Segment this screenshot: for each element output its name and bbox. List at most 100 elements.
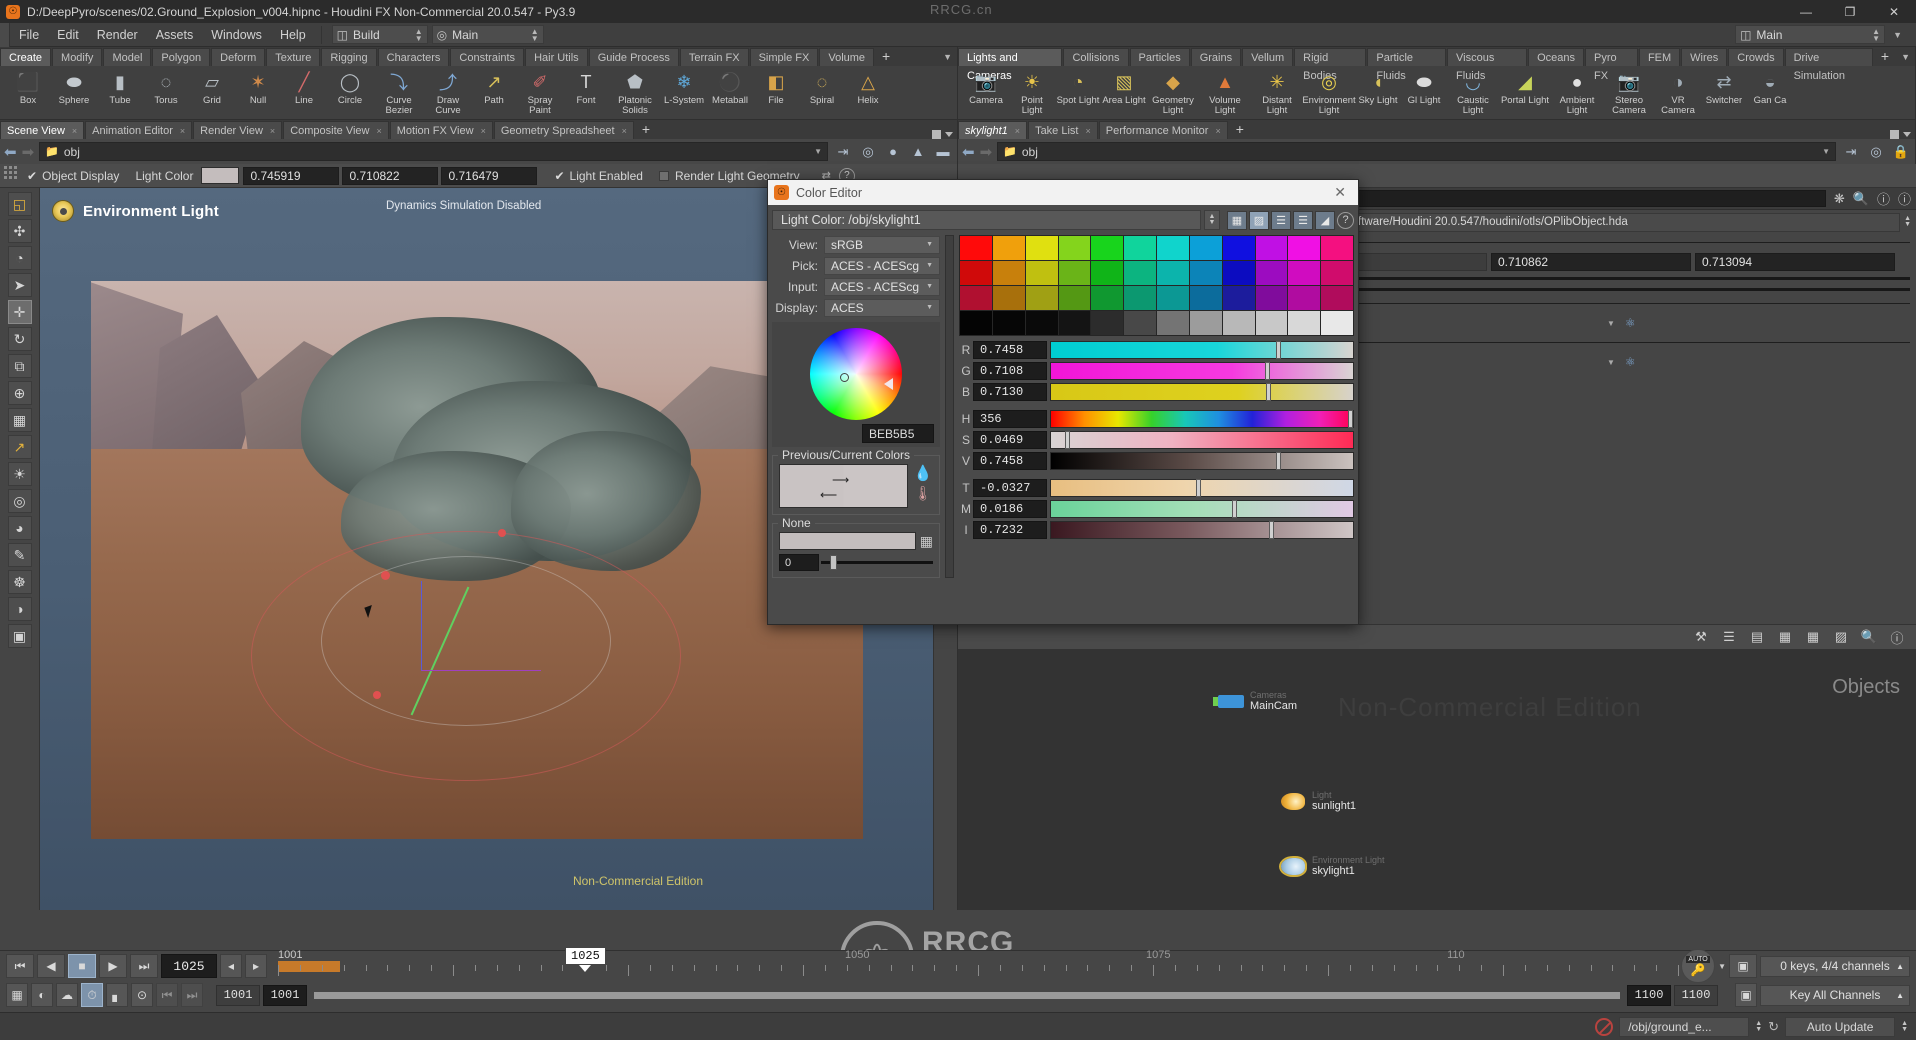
- shelf-tool-switcher[interactable]: ⇄ Switcher: [1702, 69, 1746, 106]
- pane-tab-composite-view[interactable]: Composite View ×: [283, 121, 389, 139]
- shelf-tab-guide-process[interactable]: Guide Process: [588, 48, 679, 66]
- lock-icon[interactable]: 🔒: [1891, 142, 1911, 161]
- color-slider-value-s[interactable]: 0.0469: [973, 431, 1047, 449]
- shelf-tab-particle-fluids[interactable]: Particle Fluids: [1367, 48, 1447, 82]
- chevron-down-icon[interactable]: ▼: [926, 283, 933, 290]
- chevron-updown-icon[interactable]: ▲ ▼: [1904, 215, 1911, 228]
- color-swatch-3-11[interactable]: [1321, 311, 1353, 335]
- color-swatch-1-11[interactable]: [1321, 261, 1353, 285]
- chevron-updown-icon[interactable]: ▲ ▼: [1901, 1020, 1908, 1033]
- shelf-tab-volume[interactable]: Volume: [819, 48, 875, 66]
- color-swatch-0-2[interactable]: [1025, 236, 1058, 260]
- snap-button[interactable]: ▖: [106, 983, 128, 1007]
- shelf-tab-polygon[interactable]: Polygon: [152, 48, 211, 66]
- step-back-button[interactable]: ◂: [220, 954, 242, 978]
- maximize-button[interactable]: ❐: [1828, 0, 1872, 23]
- shelf-tab-pyro-fx[interactable]: Pyro FX: [1585, 48, 1638, 82]
- shelf-tool-circle[interactable]: ◯ Circle: [328, 69, 372, 106]
- menu-help[interactable]: Help: [271, 23, 315, 47]
- color-swatch-2-10[interactable]: [1288, 286, 1321, 310]
- color-editor-path-field[interactable]: Light Color: /obj/skylight1: [772, 210, 1201, 230]
- color-swatch-3-4[interactable]: [1091, 311, 1124, 335]
- shelf-tab-vellum[interactable]: Vellum: [1242, 48, 1294, 66]
- color-slider-track-t[interactable]: [1050, 479, 1354, 497]
- back-arrow-icon[interactable]: ⬅: [4, 143, 17, 161]
- color-swatch-0-5[interactable]: [1124, 236, 1156, 260]
- shelf-tab-terrain-fx[interactable]: Terrain FX: [679, 48, 749, 66]
- grid-view-icon[interactable]: ▦: [1802, 627, 1824, 647]
- color-swatch-2-4[interactable]: [1091, 286, 1124, 310]
- menu-render[interactable]: Render: [88, 23, 147, 47]
- key-curves-button[interactable]: ▣: [1735, 983, 1757, 1007]
- light-color-r-input[interactable]: 0.745919: [243, 166, 340, 185]
- shelf-tab-particles[interactable]: Particles: [1129, 48, 1190, 66]
- snap-tool-icon[interactable]: ⊕: [7, 381, 32, 405]
- timeline-cursor[interactable]: 1025: [565, 947, 606, 972]
- color-swatch-2-2[interactable]: [1025, 286, 1058, 310]
- chevron-up-icon[interactable]: ▲: [1896, 962, 1904, 971]
- chevron-down-icon[interactable]: ▼: [1718, 962, 1726, 971]
- shelf-tool-stereo-camera[interactable]: 📷 Stereo Camera: [1604, 69, 1654, 116]
- color-swatch-2-8[interactable]: [1222, 286, 1255, 310]
- chevron-down-icon[interactable]: ▼: [926, 304, 933, 311]
- color-wheel-cursor[interactable]: [840, 372, 849, 382]
- select-tool-icon[interactable]: ◱: [7, 192, 32, 216]
- shelf-tool-ambient-light[interactable]: ● Ambient Light: [1552, 69, 1602, 116]
- render-light-geometry-checkbox[interactable]: [658, 170, 669, 181]
- minimize-button[interactable]: —: [1784, 0, 1828, 23]
- search-icon[interactable]: 🔍: [1853, 191, 1869, 207]
- chevron-down-icon[interactable]: ▼: [814, 147, 822, 156]
- network-search-icon[interactable]: 🔍: [1858, 627, 1880, 647]
- close-button[interactable]: ✕: [1872, 0, 1916, 23]
- color-swatch-1-7[interactable]: [1189, 261, 1222, 285]
- color-swatch-0-6[interactable]: [1157, 236, 1189, 260]
- keyframe-toggle-button[interactable]: ▣: [1729, 954, 1757, 978]
- shelf-tool-path[interactable]: ↗ Path: [472, 69, 516, 106]
- color-swatch-1-6[interactable]: [1157, 261, 1189, 285]
- group-icon[interactable]: ▣: [7, 624, 32, 648]
- shelf-tab-simple-fx[interactable]: Simple FX: [749, 48, 819, 66]
- shelf-tool-portal-light[interactable]: ◢ Portal Light: [1500, 69, 1550, 106]
- global-end-frame[interactable]: 1100: [1674, 984, 1718, 1006]
- shelf-tool-spot-light[interactable]: ◔ Spot Light: [1056, 69, 1100, 106]
- audio-button[interactable]: ☁: [56, 983, 78, 1007]
- color-swatch-0-9[interactable]: [1255, 236, 1288, 260]
- chevron-down-icon[interactable]: [1903, 132, 1911, 137]
- arrow-tool-icon[interactable]: ➤: [7, 273, 32, 297]
- swatch-picker-icon[interactable]: ▨: [1249, 210, 1269, 230]
- paint-icon[interactable]: ✎: [7, 543, 32, 567]
- color-swatch-3-8[interactable]: [1222, 311, 1255, 335]
- play-backwards-button[interactable]: ◀: [37, 954, 65, 978]
- network-path-input-right[interactable]: 📁 obj ▼: [997, 142, 1836, 161]
- color-slider-knob[interactable]: [1269, 521, 1275, 539]
- color-swatch-2-6[interactable]: [1157, 286, 1189, 310]
- chevron-down-icon[interactable]: [945, 132, 953, 137]
- close-icon[interactable]: ×: [481, 126, 486, 136]
- shelf-add-tab-button[interactable]: +: [875, 48, 897, 66]
- shelf-tab-oceans[interactable]: Oceans: [1528, 48, 1585, 66]
- shelf-tab-fem[interactable]: FEM: [1638, 48, 1681, 66]
- color-slider-track-b[interactable]: [1050, 383, 1354, 401]
- auto-key-button[interactable]: AUTO 🔑: [1681, 949, 1716, 983]
- alpha-swatch[interactable]: [779, 532, 916, 550]
- shelf-tool-sphere[interactable]: ⬬ Sphere: [52, 69, 96, 106]
- shelf-tab-create[interactable]: Create: [0, 48, 52, 66]
- menu-assets[interactable]: Assets: [147, 23, 203, 47]
- color-slider-track-r[interactable]: [1050, 341, 1354, 359]
- shelf-overflow-chevron-down-icon[interactable]: ▼: [938, 48, 957, 66]
- color-slider-knob[interactable]: [1276, 452, 1282, 470]
- chevron-down-icon[interactable]: ▼: [926, 262, 933, 269]
- color-slider-value-m[interactable]: 0.0186: [973, 500, 1047, 518]
- tools-icon[interactable]: ⚒: [1690, 627, 1712, 647]
- chevron-updown-icon[interactable]: ▲ ▼: [1204, 210, 1220, 230]
- tree-view-icon[interactable]: ☰: [1718, 627, 1740, 647]
- shelf-tool-font[interactable]: T Font: [564, 69, 608, 106]
- color-space-combo-display[interactable]: ACES ▼: [824, 298, 940, 317]
- shelf-tab-characters[interactable]: Characters: [377, 48, 450, 66]
- shelf-overflow-chevron-down-icon[interactable]: ▼: [1896, 48, 1915, 66]
- color-swatch-3-2[interactable]: [1025, 311, 1058, 335]
- range-start-button[interactable]: ⏮: [156, 983, 178, 1007]
- color-swatch-0-0[interactable]: [960, 236, 992, 260]
- menu-edit[interactable]: Edit: [48, 23, 88, 47]
- move-tool-icon[interactable]: ✛: [7, 300, 32, 324]
